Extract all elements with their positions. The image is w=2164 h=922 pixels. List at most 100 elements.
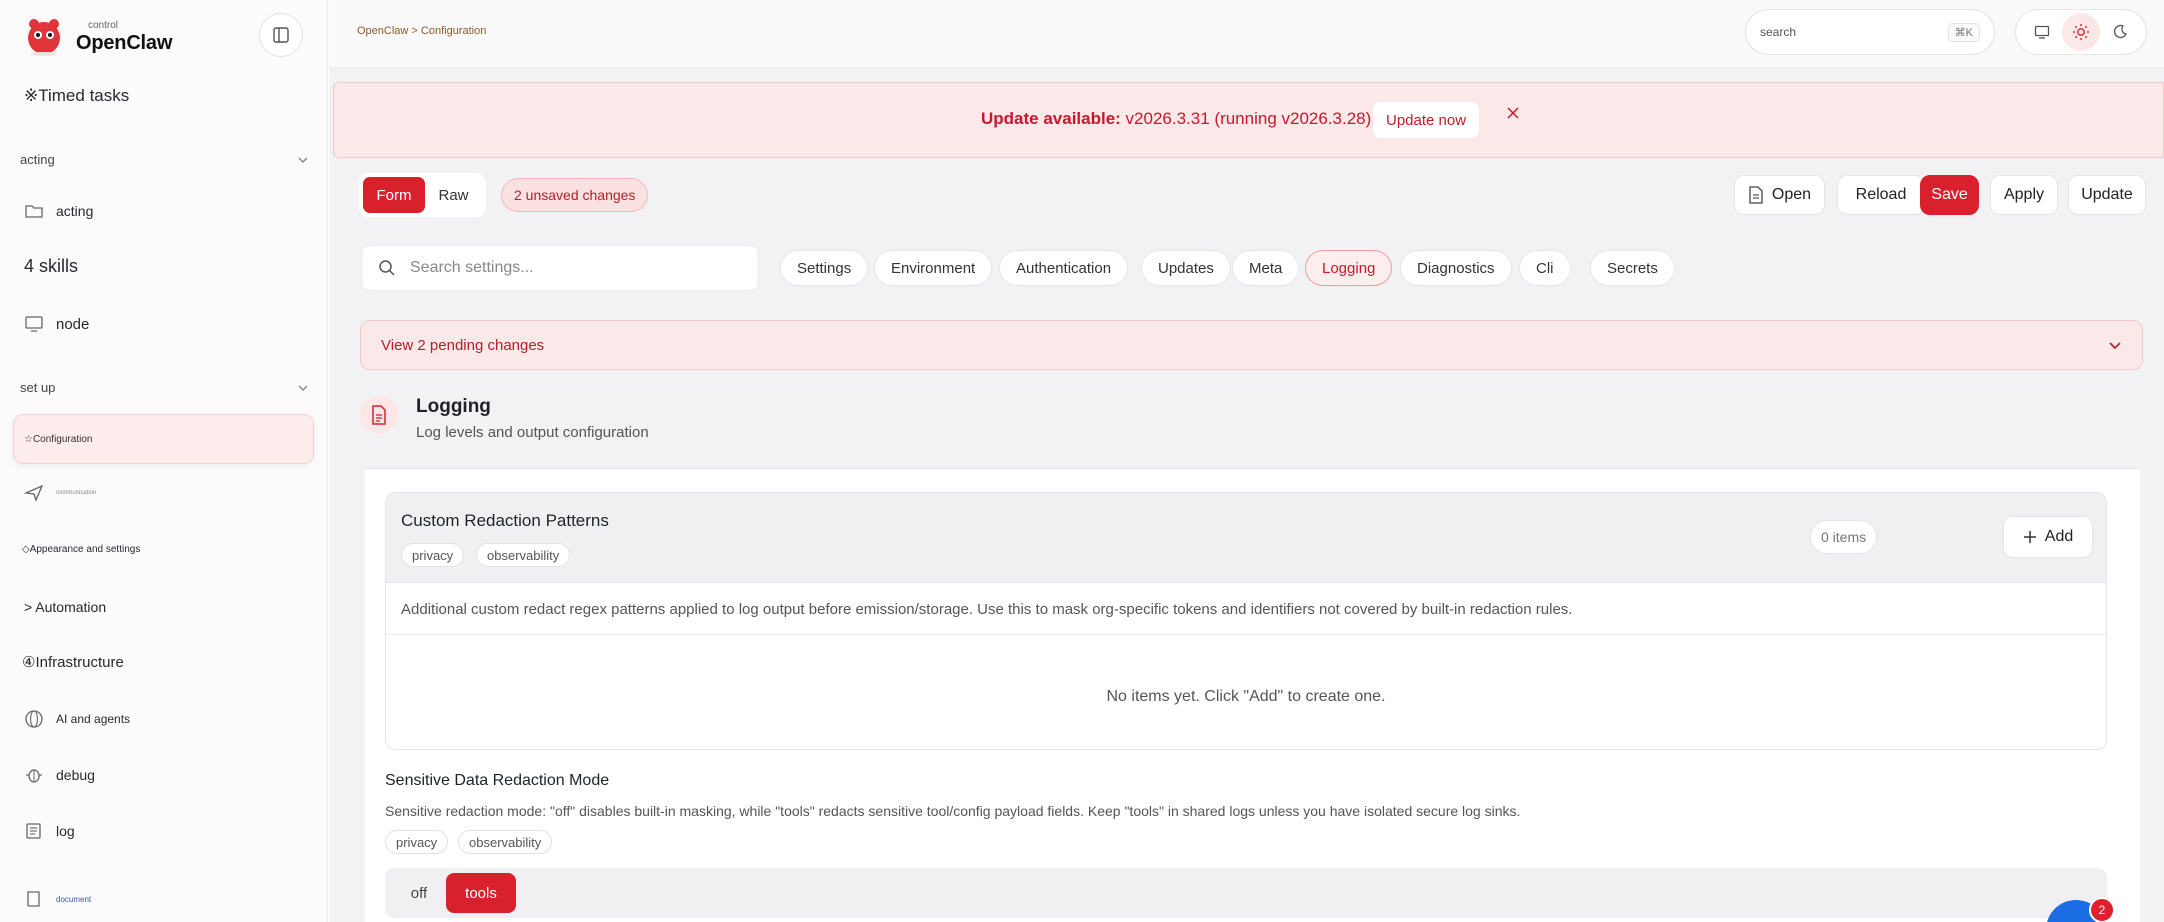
bug-icon xyxy=(26,769,42,783)
sidebar-item-infrastructure[interactable]: ④Infrastructure xyxy=(22,653,124,671)
sidebar-item-acting[interactable]: acting xyxy=(24,201,93,221)
send-icon xyxy=(24,484,44,502)
add-pattern-button[interactable]: Add xyxy=(2003,516,2093,558)
settings-search-input[interactable]: Search settings... xyxy=(361,245,759,291)
sidebar-item-skills[interactable]: 4 skills xyxy=(24,256,78,277)
global-search-input[interactable]: search ⌘K xyxy=(1745,9,1995,55)
sun-icon xyxy=(2072,24,2089,40)
redaction-mode-off[interactable]: off xyxy=(391,873,447,913)
update-banner: Update available: v2026.3.31 (running v2… xyxy=(333,82,2164,158)
custom-redaction-card: Custom Redaction Patterns privacy observ… xyxy=(385,492,2107,750)
pending-label: View 2 pending changes xyxy=(381,336,545,354)
card-title: Custom Redaction Patterns xyxy=(401,511,609,530)
sidebar-item-label: AI and agents xyxy=(56,712,131,726)
update-banner-text: Update available: v2026.3.31 (running v2… xyxy=(981,109,1376,129)
sidebar-item-log[interactable]: log xyxy=(24,821,75,841)
sidebar-item-debug[interactable]: debug xyxy=(24,765,95,785)
filter-chip-updates[interactable]: Updates xyxy=(1141,250,1231,286)
sidebar-section-acting[interactable]: acting xyxy=(20,152,309,167)
empty-state: No items yet. Click "Add" to create one. xyxy=(1106,688,1386,705)
sidebar-item-label: > Automation xyxy=(24,599,107,615)
section-subtitle: Log levels and output configuration xyxy=(416,424,649,441)
filter-chip-secrets[interactable]: Secrets xyxy=(1590,250,1675,286)
reload-button[interactable]: Reload xyxy=(1837,175,1925,215)
folder-icon xyxy=(25,205,43,218)
sidebar-collapse-button[interactable] xyxy=(259,13,303,57)
save-button[interactable]: Save xyxy=(1920,175,1979,215)
field-description: Sensitive redaction mode: "off" disables… xyxy=(385,803,1521,819)
sidebar-item-configuration[interactable]: ☆Configuration xyxy=(13,414,314,464)
update-button[interactable]: Update xyxy=(2068,175,2146,215)
mode-form-button[interactable]: Form xyxy=(363,177,425,213)
sidebar-item-label: ☆Configuration xyxy=(24,433,93,445)
search-shortcut: ⌘K xyxy=(1947,22,1980,42)
sidebar-item-label: document xyxy=(56,894,92,904)
open-label: Open xyxy=(1771,186,1812,203)
field-title: Sensitive Data Redaction Mode xyxy=(385,772,610,789)
document-icon xyxy=(360,396,398,434)
app-root: control OpenClaw ※Timed tasks acting act… xyxy=(0,0,2164,922)
pending-changes-toggle[interactable]: View 2 pending changes xyxy=(360,320,2143,370)
section-label: set up xyxy=(20,380,56,395)
filter-chip-meta[interactable]: Meta xyxy=(1232,250,1300,286)
sidebar-item-ai-agents[interactable]: AI and agents xyxy=(24,709,130,729)
sidebar-toggle-icon xyxy=(273,27,289,43)
book-icon xyxy=(27,891,40,907)
filter-chip-authentication[interactable]: Authentication xyxy=(999,250,1129,286)
theme-dark-button[interactable] xyxy=(2101,13,2139,51)
sidebar-item-document[interactable]: document xyxy=(24,889,91,909)
sidebar: control OpenClaw ※Timed tasks acting act… xyxy=(0,0,328,922)
apply-button[interactable]: Apply xyxy=(1990,175,2058,215)
theme-system-button[interactable] xyxy=(2023,13,2061,51)
open-button[interactable]: Open xyxy=(1734,175,1825,215)
moon-icon xyxy=(2114,24,2128,39)
notification-badge: 2 xyxy=(2089,897,2115,922)
chevron-down-icon xyxy=(2109,342,2121,350)
section-label: acting xyxy=(20,152,55,167)
sidebar-item-label: node xyxy=(56,315,90,333)
theme-switcher xyxy=(2015,9,2147,55)
breadcrumb[interactable]: OpenClaw > Configuration xyxy=(357,25,486,37)
tag-privacy: privacy xyxy=(401,543,465,567)
brand-caption: control xyxy=(88,19,119,31)
file-icon xyxy=(1749,186,1763,204)
sidebar-item-node[interactable]: node xyxy=(24,314,89,334)
filter-chip-logging[interactable]: Logging xyxy=(1305,250,1393,286)
sidebar-item-appearance[interactable]: ◇Appearance and settings xyxy=(22,544,140,555)
update-now-button[interactable]: Update now xyxy=(1373,102,1480,138)
scrollbar-track[interactable] xyxy=(2146,468,2164,922)
sidebar-item-label: log xyxy=(56,823,75,839)
sidebar-item-label: ◇Appearance and settings xyxy=(22,544,141,555)
filter-chip-environment[interactable]: Environment xyxy=(874,250,993,286)
card-header: Custom Redaction Patterns privacy observ… xyxy=(386,493,2106,583)
sidebar-item-timed-tasks[interactable]: ※Timed tasks xyxy=(24,86,129,106)
search-placeholder: search xyxy=(1760,25,1797,39)
filter-chip-settings[interactable]: Settings xyxy=(780,250,869,286)
filter-chip-diagnostics[interactable]: Diagnostics xyxy=(1400,250,1512,286)
main-panel: OpenClaw > Configuration search ⌘K Updat… xyxy=(329,0,2164,922)
settings-content: Custom Redaction Patterns privacy observ… xyxy=(365,468,2140,922)
mode-raw-button[interactable]: Raw xyxy=(425,177,482,213)
chevron-down-icon xyxy=(298,157,308,163)
redaction-mode-selector: off tools xyxy=(385,868,2107,918)
search-icon xyxy=(379,260,395,276)
sidebar-item-automation[interactable]: > Automation xyxy=(24,599,106,615)
monitor-icon xyxy=(25,316,43,332)
redaction-mode-tools[interactable]: tools xyxy=(446,873,516,913)
items-count-badge: 0 items xyxy=(1810,520,1878,554)
tag-privacy: privacy xyxy=(385,830,449,854)
sidebar-item-label: ④Infrastructure xyxy=(22,654,124,671)
filter-chip-cli[interactable]: Cli xyxy=(1519,250,1571,286)
unsaved-changes-badge[interactable]: 2 unsaved changes xyxy=(501,178,649,212)
banner-close-button[interactable] xyxy=(1505,105,1521,126)
section-title: Logging xyxy=(416,396,491,417)
divider xyxy=(386,634,2106,635)
sidebar-item-communication[interactable]: communication xyxy=(24,483,96,503)
topbar: OpenClaw > Configuration search ⌘K xyxy=(329,0,2164,68)
monitor-icon xyxy=(2034,25,2049,39)
settings-search-placeholder: Search settings... xyxy=(410,259,534,276)
brand[interactable]: control OpenClaw xyxy=(22,14,172,58)
sidebar-section-setup[interactable]: set up xyxy=(20,380,309,395)
theme-light-button[interactable] xyxy=(2061,13,2100,51)
mode-toggle: Form Raw xyxy=(359,173,486,217)
